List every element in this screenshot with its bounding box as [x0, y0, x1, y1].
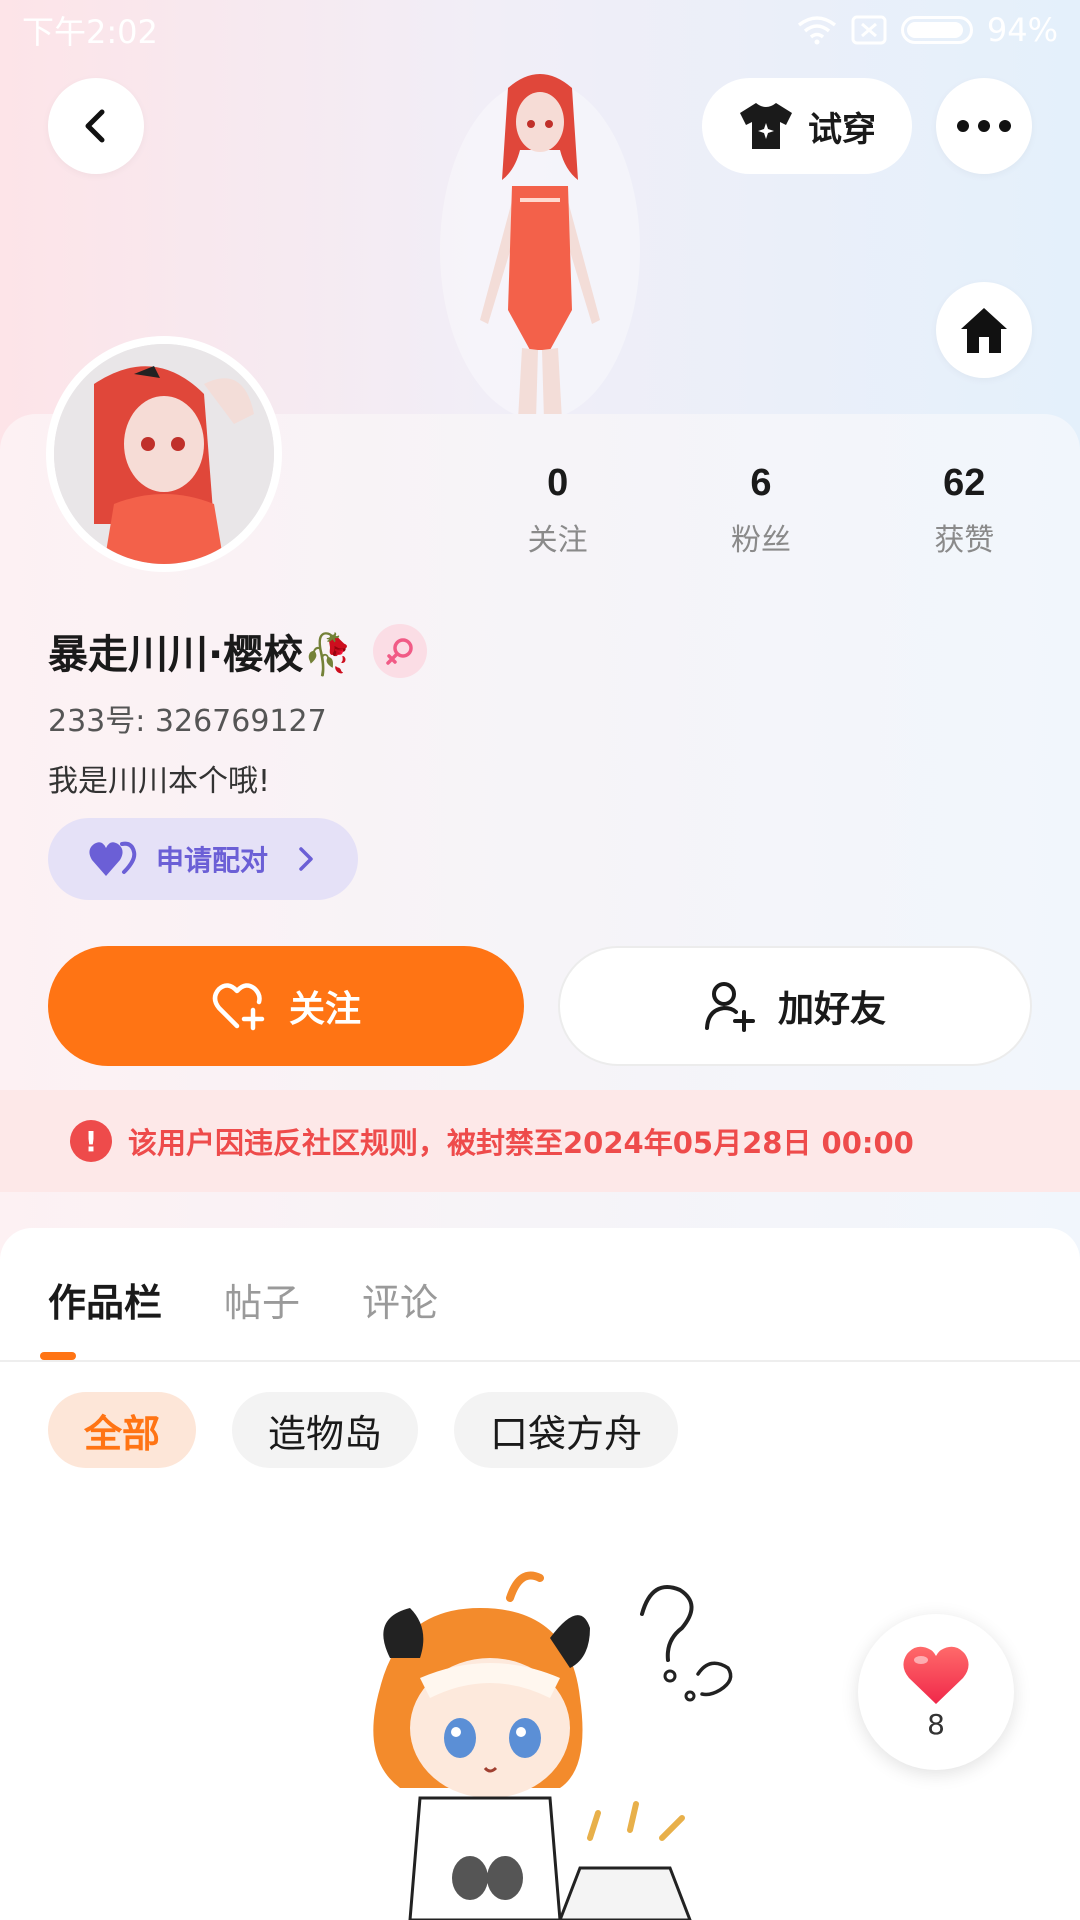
stat-label: 关注 [527, 523, 588, 558]
empty-state-illustration [373, 1571, 733, 1920]
username-row: 暴走川川·樱校🥀 [48, 622, 427, 680]
profile-page: 下午2:02 94% 试穿 0 关注 6 粉丝 62 获赞 暴走川川·樱校🥀 2… [0, 0, 1080, 1920]
avatar[interactable] [46, 336, 282, 572]
chevron-left-icon [85, 109, 105, 143]
battery-icon [900, 16, 973, 44]
home-icon [961, 308, 1007, 353]
stat-value: 62 [943, 462, 986, 504]
tshirt-icon [740, 103, 792, 149]
chip-all[interactable]: 全部 [48, 1392, 197, 1468]
ban-notice-text: 该用户因违反社区规则，被封禁至2024年05月28日 00:00 [128, 1126, 914, 1160]
tab-comments[interactable]: 评论 [362, 1272, 438, 1327]
like-float-button[interactable]: 8 [858, 1614, 1014, 1770]
status-time: 下午2:02 [22, 13, 158, 51]
username: 暴走川川·樱校🥀 [48, 632, 353, 678]
works-section: 作品栏 帖子 评论 全部 造物岛 口袋方舟 [0, 1228, 1080, 1920]
pair-request-button[interactable]: 申请配对 [48, 818, 358, 900]
user-id: 233号: 326769127 [48, 704, 327, 739]
status-icons: 94% [797, 11, 1058, 49]
stat-following[interactable]: 0 关注 [456, 462, 659, 559]
follow-label: 关注 [288, 989, 361, 1030]
heart-icon [903, 1646, 969, 1704]
home-button[interactable] [936, 282, 1032, 378]
more-button[interactable] [936, 78, 1032, 174]
no-sim-icon [851, 15, 887, 45]
user-bio: 我是川川本个哦! [48, 764, 271, 799]
chip-pocket-ark[interactable]: 口袋方舟 [454, 1392, 679, 1468]
add-user-icon [704, 982, 755, 1032]
stat-followers[interactable]: 6 粉丝 [659, 462, 862, 559]
stat-value: 6 [750, 462, 772, 504]
tab-bar: 作品栏 帖子 评论 [48, 1272, 438, 1327]
like-count: 8 [927, 1707, 945, 1741]
tab-works[interactable]: 作品栏 [48, 1272, 162, 1327]
battery-percent: 94% [986, 11, 1058, 49]
try-on-button[interactable]: 试穿 [702, 78, 912, 174]
follow-button[interactable]: 关注 [48, 946, 524, 1066]
filter-chips: 全部 造物岛 口袋方舟 [48, 1392, 679, 1468]
add-friend-button[interactable]: 加好友 [558, 946, 1032, 1066]
double-heart-icon [89, 841, 137, 876]
avatar-image [54, 344, 274, 564]
chevron-right-icon [299, 847, 313, 871]
stat-label: 获赞 [934, 523, 995, 558]
status-bar: 下午2:02 94% [0, 0, 1080, 60]
stat-label: 粉丝 [730, 523, 791, 558]
heart-plus-icon [212, 983, 265, 1031]
wifi-icon [797, 16, 836, 45]
chip-creation-island[interactable]: 造物岛 [232, 1392, 419, 1468]
add-friend-label: 加好友 [777, 989, 886, 1030]
tab-divider [0, 1360, 1080, 1362]
battery-fill [906, 22, 964, 38]
stat-likes[interactable]: 62 获赞 [863, 462, 1066, 559]
pair-request-label: 申请配对 [156, 844, 269, 877]
avatar-model-image [440, 74, 640, 420]
tab-indicator [40, 1352, 76, 1360]
tab-posts[interactable]: 帖子 [224, 1272, 300, 1327]
stats-row: 0 关注 6 粉丝 62 获赞 [456, 462, 1066, 559]
female-symbol-icon [373, 624, 427, 678]
stat-value: 0 [547, 462, 569, 504]
more-dots-icon [957, 120, 1011, 132]
ban-notice: ! 该用户因违反社区规则，被封禁至2024年05月28日 00:00 [0, 1090, 1080, 1192]
alert-icon: ! [70, 1120, 112, 1162]
try-on-label: 试穿 [808, 109, 876, 150]
back-button[interactable] [48, 78, 144, 174]
